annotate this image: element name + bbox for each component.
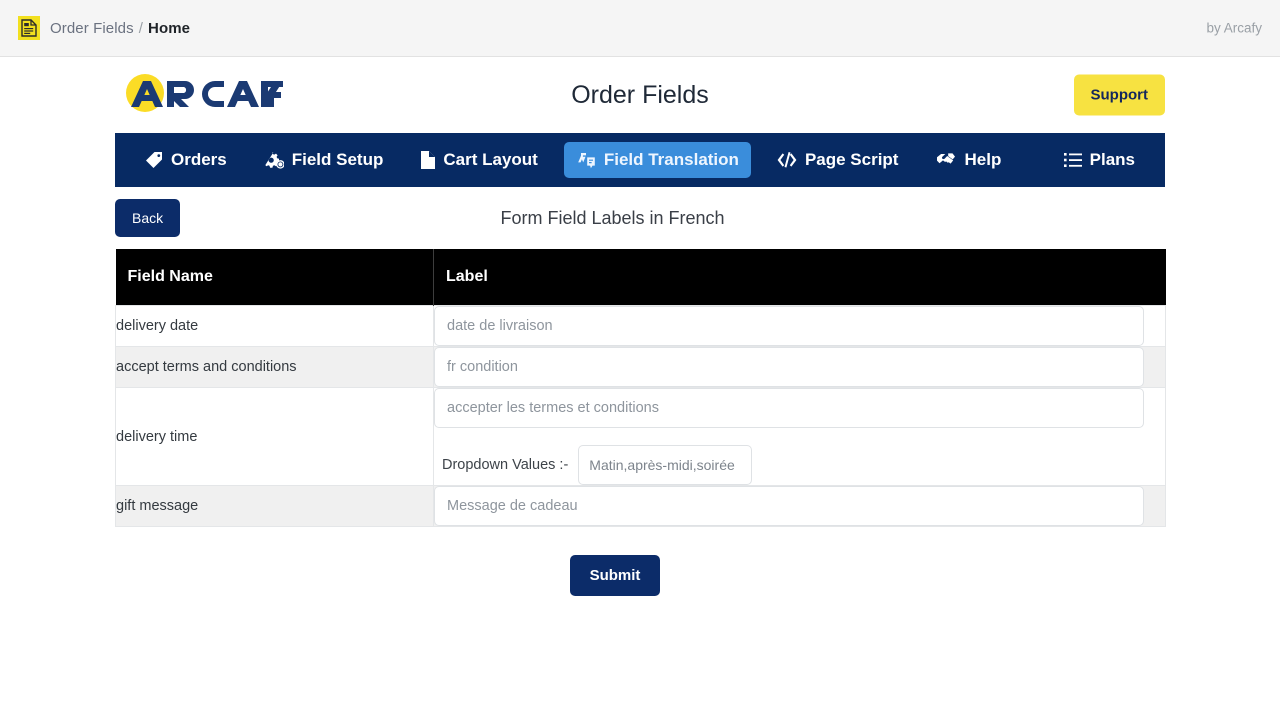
table-head: Field Name Label (115, 249, 1166, 306)
column-header-field-name: Field Name (115, 249, 434, 306)
table-row: gift message (115, 485, 1166, 527)
code-icon (777, 152, 797, 168)
page-root: Order Fields Support Orders Field Setup (0, 57, 1280, 596)
table-header-row: Field Name Label (115, 249, 1166, 306)
tag-icon (145, 151, 163, 169)
dropdown-values-row: Dropdown Values :- (434, 445, 1165, 485)
breadcrumb-root[interactable]: Order Fields (50, 20, 134, 37)
breadcrumb-bar: Order Fields / Home by Arcafy (0, 0, 1280, 57)
nav-label-field-setup: Field Setup (291, 150, 384, 169)
back-button[interactable]: Back (115, 199, 181, 237)
language-icon (576, 151, 596, 169)
sub-header: Back Form Field Labels in French (0, 187, 1280, 249)
table-row: delivery time Dropdown Values :- (115, 387, 1166, 486)
app-header: Order Fields Support (0, 57, 1280, 133)
label-input-delivery-time[interactable] (434, 388, 1144, 428)
label-input-accept-terms[interactable] (434, 347, 1144, 387)
label-cell (433, 305, 1166, 347)
nav-wrapper: Orders Field Setup Cart Layout Field Tra… (0, 133, 1280, 187)
support-button[interactable]: Support (1073, 74, 1165, 116)
nav-label-cart-layout: Cart Layout (443, 150, 538, 169)
label-cell (433, 485, 1166, 527)
nav-item-help[interactable]: Help (924, 142, 1013, 178)
dropdown-values-label: Dropdown Values :- (442, 457, 569, 473)
file-icon (421, 151, 436, 169)
list-icon (1063, 152, 1082, 168)
field-name-cell: delivery date (115, 305, 434, 347)
nav-item-orders[interactable]: Orders (133, 142, 239, 178)
nav-label-field-translation: Field Translation (603, 150, 739, 169)
submit-row: Submit (0, 527, 1280, 596)
column-header-label: Label (433, 249, 1166, 306)
breadcrumb-current: Home (148, 19, 191, 37)
handshake-icon (936, 152, 956, 168)
table-row: accept terms and conditions (115, 346, 1166, 388)
nav-label-plans: Plans (1089, 150, 1135, 169)
nav-item-page-script[interactable]: Page Script (765, 142, 911, 178)
label-cell (433, 346, 1166, 388)
nav-item-cart-layout[interactable]: Cart Layout (409, 142, 549, 178)
table-wrapper: Field Name Label delivery date accept te… (0, 249, 1280, 527)
breadcrumb-separator: / (138, 19, 144, 37)
submit-button[interactable]: Submit (569, 555, 661, 596)
dropdown-values-input[interactable] (578, 445, 753, 485)
table-body: delivery date accept terms and condition… (115, 305, 1166, 527)
page-title: Order Fields (571, 80, 709, 109)
order-document-icon (18, 16, 40, 40)
label-input-delivery-date[interactable] (434, 306, 1144, 346)
section-title: Form Field Labels in French (500, 207, 725, 228)
field-translation-table: Field Name Label delivery date accept te… (115, 249, 1166, 527)
field-name-cell: accept terms and conditions (115, 346, 434, 388)
label-input-gift-message[interactable] (434, 486, 1144, 526)
nav-item-plans[interactable]: Plans (1052, 142, 1147, 178)
nav-item-field-setup[interactable]: Field Setup (253, 142, 396, 178)
arcafy-logo[interactable] (115, 73, 285, 117)
nav-label-page-script: Page Script (804, 150, 899, 169)
field-name-cell: gift message (115, 485, 434, 527)
byline-label: by Arcafy (1206, 20, 1262, 36)
nav-label-orders: Orders (171, 150, 227, 169)
nav-label-help: Help (964, 150, 1002, 169)
main-navigation: Orders Field Setup Cart Layout Field Tra… (115, 133, 1165, 187)
cogs-icon (265, 151, 284, 169)
nav-item-field-translation[interactable]: Field Translation (563, 142, 751, 178)
table-row: delivery date (115, 305, 1166, 347)
label-cell: Dropdown Values :- (433, 387, 1166, 486)
field-name-cell: delivery time (115, 387, 434, 486)
